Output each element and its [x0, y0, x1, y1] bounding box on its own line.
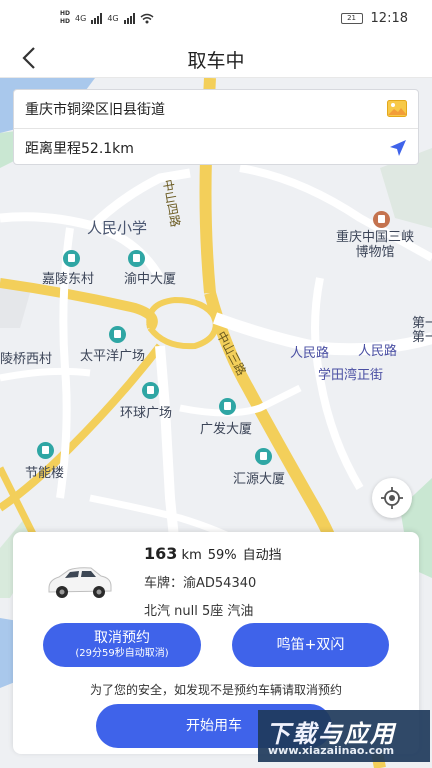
gps-target-icon [381, 487, 403, 509]
watermark-url: www.xiazaiinao.com [268, 744, 395, 757]
image-icon[interactable] [387, 100, 407, 117]
museum-poi-icon [373, 211, 390, 228]
map-label-lingqiao: 陵桥西村 [0, 352, 53, 367]
poi-icon [109, 326, 126, 343]
map-label-jialing: 嘉陵东村 [42, 272, 95, 287]
distance-row: 距离里程52.1km [14, 128, 418, 166]
poi-icon [128, 250, 145, 267]
signal-icon-2 [123, 12, 135, 24]
map-label-guangfa: 广发大厦 [200, 422, 253, 437]
poi-icon [63, 250, 80, 267]
cancel-reservation-button[interactable]: 取消预约 (29分59秒自动取消) [43, 623, 201, 667]
battery-icon: 21 [340, 13, 363, 24]
car-image [48, 567, 112, 598]
network-label-2: 4G [107, 13, 119, 23]
map-label-global: 环球广场 [120, 406, 173, 421]
battery-level: 59% [207, 548, 237, 563]
transmission: 自动挡 [242, 548, 282, 563]
poi-icon [255, 448, 272, 465]
wifi-icon [140, 13, 154, 23]
site-watermark: 下载与应用 www.xiazaiinao.com [258, 710, 430, 762]
signal-icon [91, 12, 103, 24]
cancel-label: 取消预约 [94, 630, 150, 646]
network-label: 4G [75, 13, 87, 23]
map-label-xuetian: 学田湾正街 [318, 368, 384, 383]
map-label-museum: 重庆中国三峡博物馆 [335, 230, 414, 260]
road-label-renmin: 人民路 [290, 346, 330, 361]
poi-icon [142, 382, 159, 399]
plate-number: 车牌：渝AD54340 [144, 576, 257, 591]
honk-flash-button[interactable]: 鸣笛+双闪 [232, 623, 389, 667]
map-label-yuzhong: 渝中大厦 [124, 272, 177, 287]
mileage-line: 163 km 59% 自动挡 [144, 544, 282, 563]
address-row[interactable]: 重庆市铜梁区旧县街道 [14, 90, 418, 128]
poi-icon [37, 442, 54, 459]
status-bar: HD HD 4G 4G 21 12:18 [0, 0, 432, 38]
gps-target-button[interactable] [372, 478, 412, 518]
hd-icon: HD HD [60, 10, 71, 25]
nav-bar: 取车中 [0, 38, 432, 78]
address-card: 重庆市铜梁区旧县街道 距离里程52.1km [13, 89, 419, 165]
car-model: 北汽 null 5座 汽油 [144, 604, 254, 619]
map-label-edge-2: 第一 [412, 330, 432, 345]
car-info: 163 km 59% 自动挡 车牌：渝AD54340 北汽 null 5座 汽油 [144, 544, 282, 619]
map-label-school: 人民小学 [87, 219, 148, 237]
map-label-jieneng: 节能楼 [25, 466, 65, 481]
locate-arrow-icon[interactable] [389, 139, 407, 157]
safety-note: 为了您的安全，如发现不是预约车辆请取消预约 [89, 683, 342, 697]
mileage-unit: km [181, 548, 202, 563]
road-label-renmin-2: 人民路 [358, 344, 398, 359]
map-label-pacific: 太平洋广场 [80, 349, 146, 364]
address-text: 重庆市铜梁区旧县街道 [25, 102, 165, 118]
clock: 12:18 [370, 11, 408, 26]
map-label-huiyuan: 汇源大厦 [233, 472, 286, 487]
mileage-value: 163 [144, 544, 178, 563]
cancel-countdown: (29分59秒自动取消) [75, 648, 169, 659]
poi-icon [219, 398, 236, 415]
page-title: 取车中 [187, 50, 245, 72]
distance-text: 距离里程52.1km [25, 140, 134, 157]
signal-indicators: HD HD 4G 4G [60, 10, 154, 26]
